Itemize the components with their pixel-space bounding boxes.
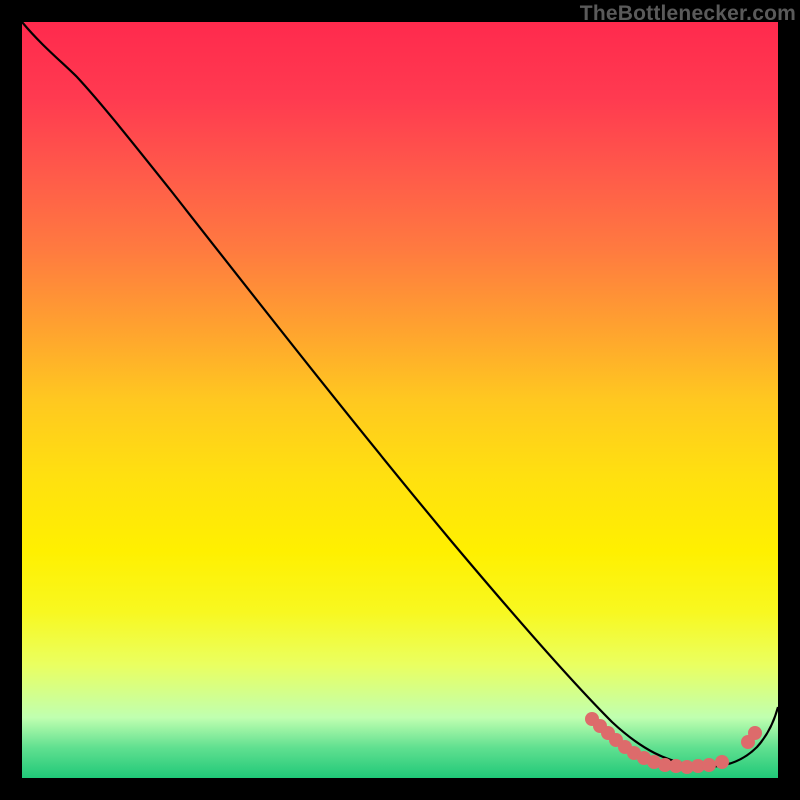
chart-container: TheBottlenecker.com [0, 0, 800, 800]
plot-background [22, 22, 778, 778]
branding-text: TheBottlenecker.com [580, 2, 796, 26]
